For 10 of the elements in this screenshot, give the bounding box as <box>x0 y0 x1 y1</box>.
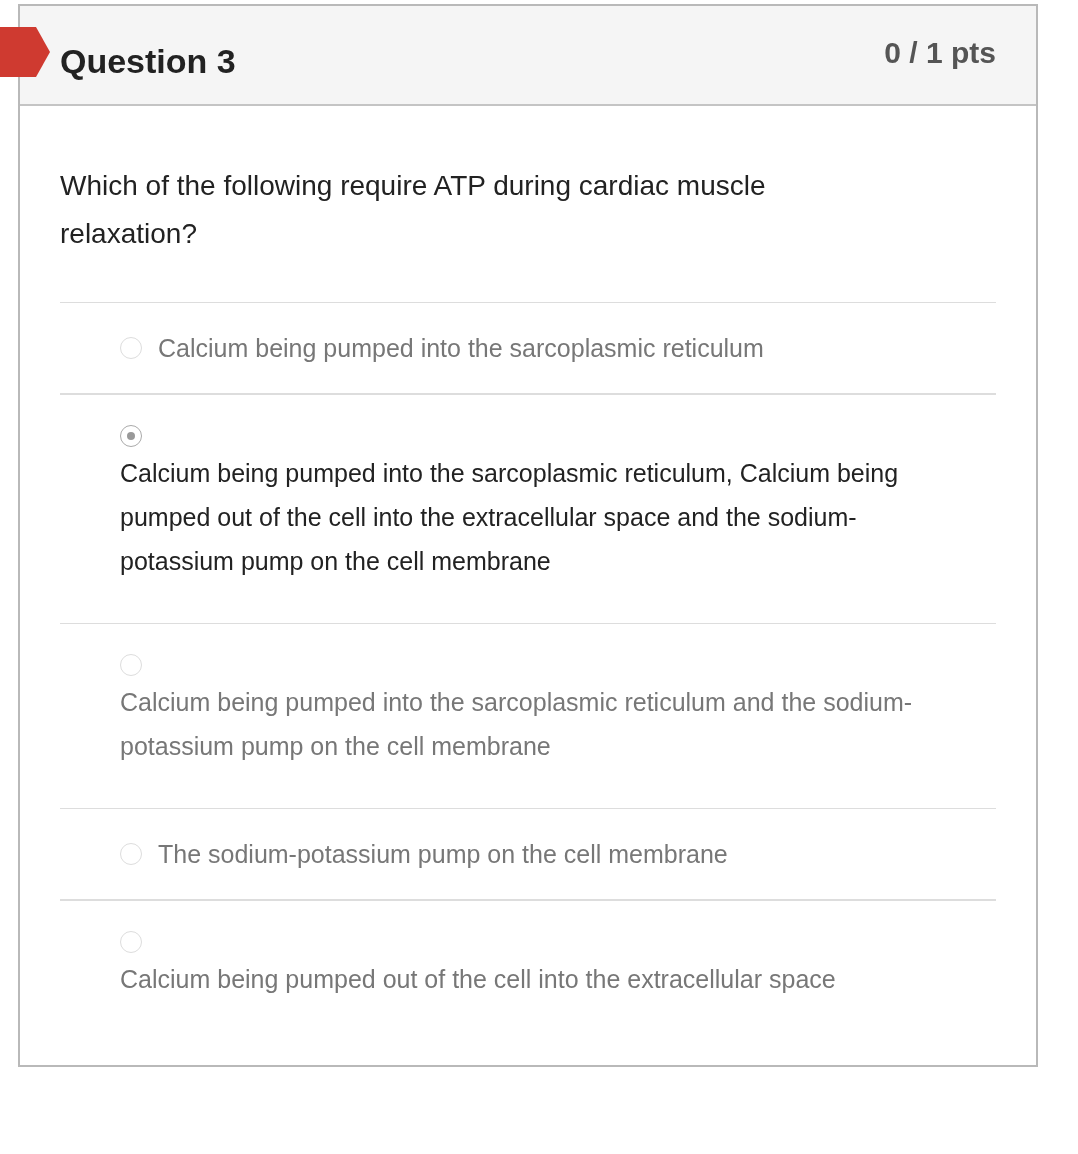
question-text: Which of the following require ATP during cardiac muscle relaxation? <box>60 169 767 251</box>
question-title: Question 3 <box>60 42 236 81</box>
answer-text: Calcium being pumped into the sarcoplasmic reticulum and the sodium-potassium pump on the cell membrane <box>120 687 914 762</box>
answer-text: Calcium being pumped out of the cell into the extracellular space <box>120 964 837 995</box>
flag-marker <box>0 27 50 77</box>
answer-text: Calcium being pumped into the sarcoplasmic reticulum <box>158 333 764 364</box>
answer-text: Calcium being pumped into the sarcoplasmic reticulum, Calcium being pumped out of the cell into the extracellular space and the sodium-potassium pump on the cell membrane <box>120 458 900 577</box>
answer-text: The sodium-potassium pump on the cell membrane <box>158 839 728 870</box>
radio-button[interactable] <box>120 425 142 447</box>
points-score: 0 / 1 pts <box>884 36 996 70</box>
